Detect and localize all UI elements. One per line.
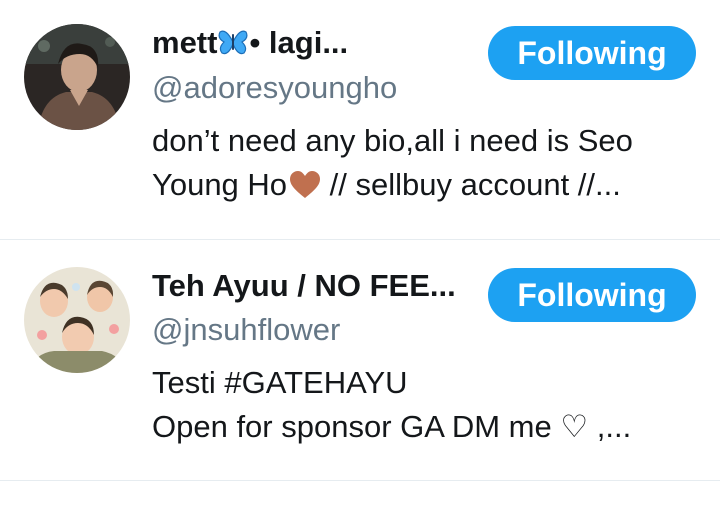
- display-name-suffix: • lagi...: [249, 24, 349, 60]
- display-name-text: mett: [152, 24, 218, 60]
- avatar-photo: [24, 267, 130, 373]
- bio-line: Open for sponsor GA DM me ♡ ,...: [152, 409, 632, 444]
- bio-text: Testi #GATEHAYU Open for sponsor GA DM m…: [152, 361, 700, 449]
- butterfly-icon: [218, 28, 248, 64]
- bio-text: don’t need any bio,all i need is Seo You…: [152, 119, 700, 211]
- avatar[interactable]: [24, 267, 130, 373]
- brown-heart-icon: [289, 167, 321, 211]
- following-button[interactable]: Following: [488, 26, 696, 80]
- bio-line: don’t need any bio,all i need is Seo: [152, 123, 633, 158]
- user-row[interactable]: mett • lagi... @adoresyoungho don’t need…: [0, 0, 720, 240]
- user-list: mett • lagi... @adoresyoungho don’t need…: [0, 0, 720, 481]
- bio-line: Testi #GATEHAYU: [152, 365, 408, 400]
- avatar-photo: [24, 24, 130, 130]
- user-row[interactable]: Teh Ayuu / NO FEE... @jnsuhflower Testi …: [0, 240, 720, 481]
- display-name[interactable]: mett • lagi...: [152, 25, 348, 64]
- bio-line: Young Ho // sellbuy account //...: [152, 163, 682, 211]
- avatar[interactable]: [24, 24, 130, 130]
- following-button[interactable]: Following: [488, 268, 696, 322]
- bio-segment: // sellbuy account //...: [321, 167, 621, 202]
- display-name[interactable]: Teh Ayuu / NO FEE...: [152, 268, 456, 304]
- bio-segment: Young Ho: [152, 167, 288, 202]
